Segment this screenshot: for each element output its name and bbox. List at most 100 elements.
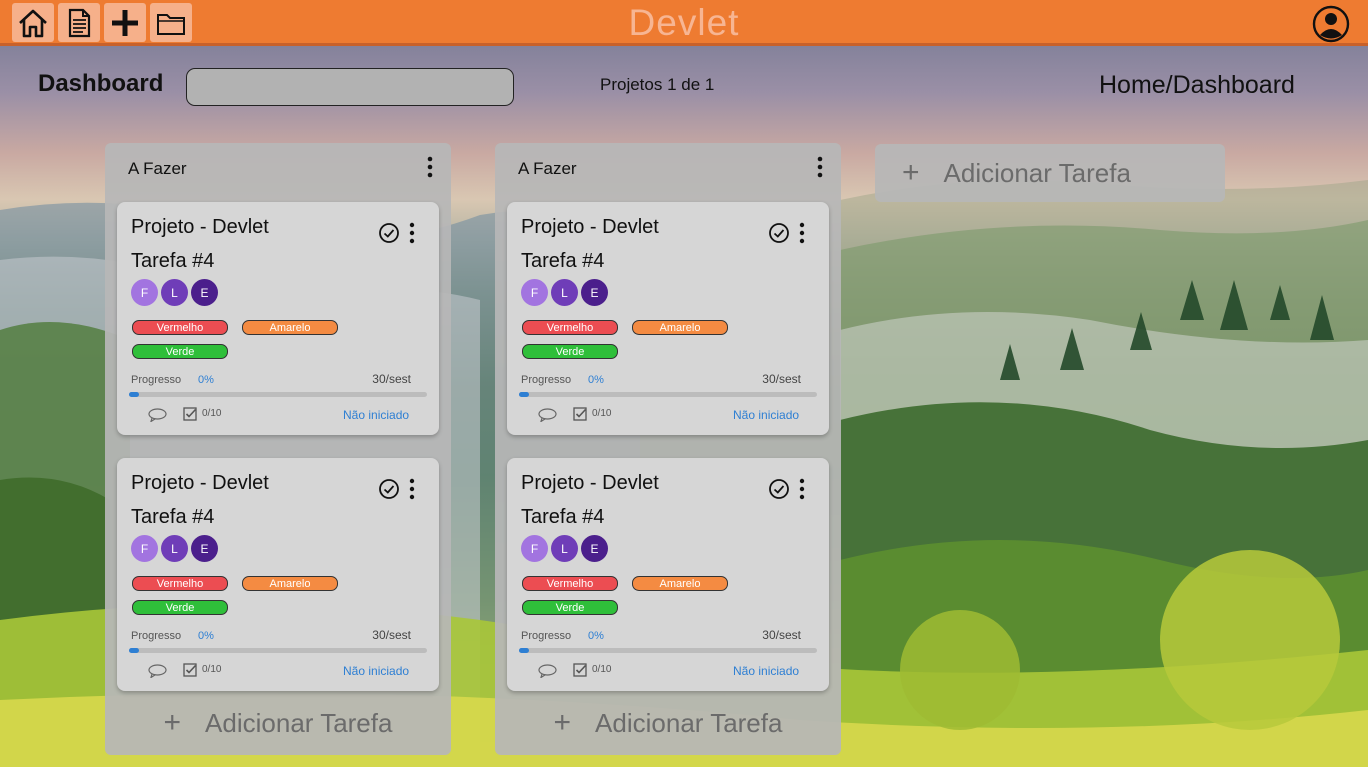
avatar[interactable]: F	[131, 535, 158, 562]
projects-count: Projetos 1 de 1	[600, 75, 715, 94]
user-icon[interactable]	[1312, 5, 1350, 43]
tag-label[interactable]: Vermelho	[132, 576, 228, 591]
add-column-label: Adicionar Tarefa	[943, 157, 1131, 188]
checklist-icon[interactable]	[183, 407, 197, 421]
card-menu-icon[interactable]	[796, 222, 808, 244]
tag-label[interactable]: Verde	[132, 344, 228, 359]
avatar[interactable]: F	[521, 535, 548, 562]
task-card[interactable]: Projeto - Devlet Tarefa #4 F L E Vermelh…	[117, 458, 439, 691]
card-task-name: Tarefa #4	[131, 506, 215, 528]
checklist-icon[interactable]	[183, 663, 197, 677]
avatar[interactable]: L	[161, 535, 188, 562]
card-menu-icon[interactable]	[406, 478, 418, 500]
checklist-count: 0/10	[592, 408, 612, 419]
card-menu-icon[interactable]	[406, 222, 418, 244]
comment-icon[interactable]	[148, 664, 167, 678]
checklist-icon[interactable]	[573, 663, 587, 677]
checklist-count: 0/10	[202, 664, 222, 675]
tag-label[interactable]: Amarelo	[242, 576, 338, 591]
search-input[interactable]	[186, 68, 514, 106]
tag-label[interactable]: Vermelho	[132, 320, 228, 335]
progress-fill	[519, 648, 529, 653]
progress-label: Progresso	[521, 630, 572, 642]
card-task-name: Tarefa #4	[131, 250, 215, 272]
task-card[interactable]: Projeto - Devlet Tarefa #4 F L E Vermelh…	[507, 202, 829, 435]
card-members: F L E	[521, 535, 608, 562]
column-title: A Fazer	[128, 159, 187, 178]
card-menu-icon[interactable]	[796, 478, 808, 500]
progress-percent: 0%	[198, 630, 214, 642]
card-members: F L E	[521, 279, 608, 306]
tag-label[interactable]: Amarelo	[242, 320, 338, 335]
progress-fill	[129, 648, 139, 653]
avatar[interactable]: L	[161, 279, 188, 306]
avatar[interactable]: E	[191, 279, 218, 306]
progress-bar	[519, 392, 817, 397]
card-project-name: Projeto - Devlet	[521, 216, 659, 238]
comment-icon[interactable]	[538, 408, 557, 422]
avatar[interactable]: E	[581, 279, 608, 306]
progress-fill	[519, 392, 529, 397]
add-task-label: Adicionar Tarefa	[595, 707, 783, 738]
progress-percent: 0%	[588, 374, 604, 386]
status-badge: Não iniciado	[343, 408, 410, 422]
tag-label[interactable]: Vermelho	[522, 320, 618, 335]
task-card[interactable]: Projeto - Devlet Tarefa #4 F L E Vermelh…	[117, 202, 439, 435]
progress-fill	[129, 392, 139, 397]
progress-bar	[129, 392, 427, 397]
breadcrumb[interactable]: Home/Dashboard	[1099, 71, 1295, 100]
checklist-count: 0/10	[202, 408, 222, 419]
check-circle-icon[interactable]	[768, 222, 790, 244]
due-date: 30/sest	[372, 372, 411, 386]
task-card[interactable]: Projeto - Devlet Tarefa #4 F L E Vermelh…	[507, 458, 829, 691]
add-task-button[interactable]: + Adicionar Tarefa	[495, 703, 841, 743]
checklist-icon[interactable]	[573, 407, 587, 421]
progress-label: Progresso	[131, 630, 182, 642]
progress-percent: 0%	[198, 374, 214, 386]
avatar[interactable]: F	[131, 279, 158, 306]
avatar[interactable]: L	[551, 279, 578, 306]
card-members: F L E	[131, 535, 218, 562]
column-menu-icon[interactable]	[813, 156, 827, 178]
progress-label: Progresso	[521, 374, 572, 386]
column-title: A Fazer	[518, 159, 577, 178]
card-project-name: Projeto - Devlet	[131, 472, 269, 494]
add-task-button[interactable]: + Adicionar Tarefa	[105, 703, 451, 743]
card-project-name: Projeto - Devlet	[521, 472, 659, 494]
plus-icon: +	[902, 156, 920, 189]
page-title: Dashboard	[38, 70, 164, 97]
tag-label[interactable]: Verde	[132, 600, 228, 615]
kanban-column: A Fazer Projeto - Devlet Tarefa #4 F L E…	[105, 143, 451, 755]
progress-bar	[519, 648, 817, 653]
tag-label[interactable]: Amarelo	[632, 576, 728, 591]
avatar[interactable]: E	[191, 535, 218, 562]
comment-icon[interactable]	[538, 664, 557, 678]
column-menu-icon[interactable]	[423, 156, 437, 178]
due-date: 30/sest	[762, 372, 801, 386]
add-column-button[interactable]: + Adicionar Tarefa	[875, 144, 1225, 202]
card-task-name: Tarefa #4	[521, 506, 605, 528]
check-circle-icon[interactable]	[378, 478, 400, 500]
card-members: F L E	[131, 279, 218, 306]
card-project-name: Projeto - Devlet	[131, 216, 269, 238]
add-task-label: Adicionar Tarefa	[205, 707, 393, 738]
progress-bar	[129, 648, 427, 653]
tag-label[interactable]: Amarelo	[632, 320, 728, 335]
check-circle-icon[interactable]	[378, 222, 400, 244]
app-brand: Devlet	[628, 2, 740, 43]
tag-label[interactable]: Verde	[522, 600, 618, 615]
kanban-column: A Fazer Projeto - Devlet Tarefa #4 F L E…	[495, 143, 841, 755]
status-badge: Não iniciado	[343, 664, 410, 678]
top-bar: Devlet	[0, 0, 1368, 46]
plus-icon: +	[163, 706, 182, 739]
tag-label[interactable]: Verde	[522, 344, 618, 359]
tag-label[interactable]: Vermelho	[522, 576, 618, 591]
comment-icon[interactable]	[148, 408, 167, 422]
avatar[interactable]: F	[521, 279, 548, 306]
avatar[interactable]: E	[581, 535, 608, 562]
check-circle-icon[interactable]	[768, 478, 790, 500]
avatar[interactable]: L	[551, 535, 578, 562]
progress-percent: 0%	[588, 630, 604, 642]
due-date: 30/sest	[762, 628, 801, 642]
status-badge: Não iniciado	[733, 408, 800, 422]
